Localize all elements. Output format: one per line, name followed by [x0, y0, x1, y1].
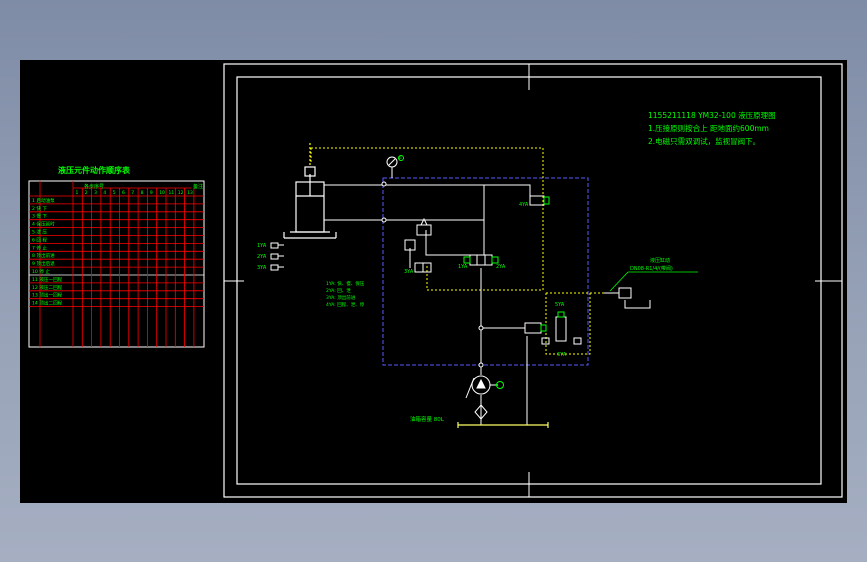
valve-label-6ya: 6YA [557, 352, 567, 358]
legend-label-1: 1YA [257, 243, 267, 249]
table-header-label: 各步序号 [84, 183, 104, 190]
table-row-label: 4 保压延时 [32, 221, 55, 228]
table-row-label: 7 停 止 [32, 244, 47, 251]
table-row-label: 12 液压二回程 [32, 284, 63, 291]
table-row-label: 3 慢 下 [32, 213, 47, 220]
pressure-note-1: 液压缸动 [650, 257, 670, 264]
valve-label-1ya: 1YA [458, 264, 468, 270]
solenoid-note-4: 4YA: 回程、泄、停 [326, 301, 365, 308]
table-col-number: 6 [122, 190, 125, 196]
table-col-number: 4 [103, 190, 106, 196]
title-line-1: 1155211118 YM32-100 液压原理图 [648, 110, 776, 120]
legend-label-3: 3YA [257, 265, 267, 271]
pressure-note-2: DN08-R1/4/(带阀) [630, 265, 673, 272]
table-col-number: 2 [85, 190, 88, 196]
table-row-label: 6 回 程 [32, 236, 47, 243]
valve-label-4ya: 4YA [519, 202, 529, 208]
valve-label-2ya: 2YA [496, 264, 506, 270]
table-col-number: 11 [169, 190, 175, 196]
table-row-label: 14 顶出二回程 [32, 300, 63, 307]
legend-labels: 1YA 2YA 3YA [257, 243, 267, 271]
valve-label-5ya: 5YA [555, 302, 565, 308]
table-col-number: 1 [76, 190, 79, 196]
table-row-label: 5 泄 压 [32, 229, 47, 236]
table-col-number: 8 [141, 190, 144, 196]
tank-note: 油箱容量 80L [410, 415, 445, 423]
table-row-label: 10 停 止 [32, 268, 50, 275]
table-row-label: 9 顶出后退 [32, 260, 55, 267]
table-col-number: 5 [113, 190, 116, 196]
table-col-number: 13 [187, 190, 193, 196]
legend-label-2: 2YA [257, 254, 267, 260]
cad-drawing-canvas: 1155211118 YM32-100 液压原理图 1.压接原则按合上 距地面约… [20, 60, 847, 503]
table-col-number: 9 [150, 190, 153, 196]
table-col-number: 7 [131, 190, 134, 196]
table-row-label: 1 启动油泵 [32, 197, 55, 204]
solenoid-note-3: 3YA: 顶出前进 [326, 294, 356, 301]
table-row-label: 8 顶出前进 [32, 252, 55, 259]
valve-label-3ya: 3YA [404, 269, 414, 275]
title-line-3: 2.电磁只需双调试，监视冒阀下。 [648, 136, 760, 146]
title-line-2: 1.压接原则按合上 距地面约600mm [648, 123, 769, 133]
table-row-label: 13 顶出一回程 [32, 292, 63, 299]
table-last-col: 备注 [193, 183, 203, 190]
table-col-number: 10 [159, 190, 165, 196]
solenoid-note-1: 1YA: 快、慢、保压 [326, 280, 365, 287]
table-title: 液压元件动作顺序表 [58, 165, 131, 175]
solenoid-note-2: 2YA: 回、泄 [326, 287, 351, 294]
table-row-label: 2 快 下 [32, 205, 47, 212]
table-col-number: 3 [94, 190, 97, 196]
table-row-label: 11 液压一回程 [32, 276, 63, 283]
table-col-number: 12 [178, 190, 184, 196]
